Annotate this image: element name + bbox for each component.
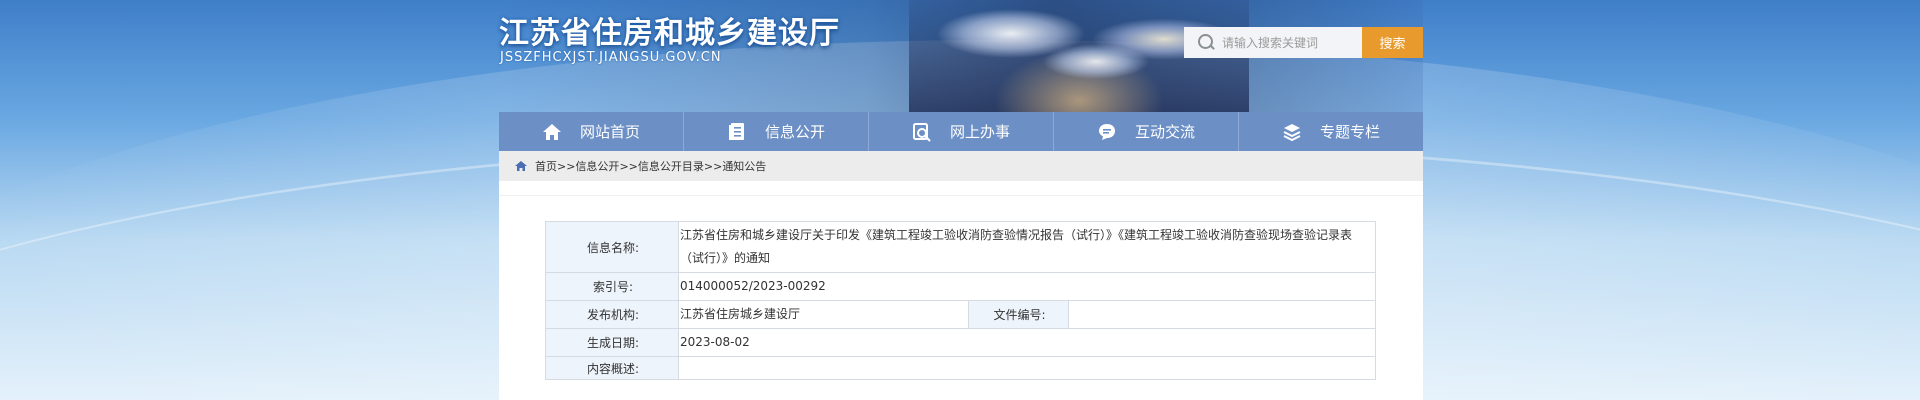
search-input[interactable] [1222, 35, 1352, 50]
divider [499, 195, 1423, 196]
index-label: 索引号: [545, 272, 679, 301]
book-icon [727, 122, 747, 142]
site-domain: JSSZFHCXJST.JIANGSU.GOV.CN [500, 50, 722, 65]
main-nav: 网站首页 信息公开 网上办事 互动交流 专题专栏 [499, 112, 1423, 151]
doc-no-label: 文件编号: [968, 300, 1069, 329]
nav-item-info-public[interactable]: 信息公开 [684, 112, 869, 151]
breadcrumb-separator: >> [619, 159, 638, 173]
info-name-label: 信息名称: [545, 221, 679, 273]
site-title[interactable]: 江苏省住房和城乡建设厅 [499, 8, 840, 52]
nav-item-special-topics[interactable]: 专题专栏 [1239, 112, 1423, 151]
table-row: 信息名称: 江苏省住房和城乡建设厅关于印发《建筑工程竣工验收消防查验情况报告（试… [545, 221, 1376, 273]
publisher-label: 发布机构: [545, 300, 679, 329]
breadcrumb-separator: >> [703, 159, 723, 173]
breadcrumb-home[interactable]: 首页 [535, 158, 557, 174]
doc-no-value [1068, 300, 1376, 329]
breadcrumb: 首页 >> 信息公开 >> 信息公开目录 >> 通知公告 [499, 151, 1423, 181]
nav-item-label: 互动交流 [1134, 123, 1195, 141]
nav-item-online-service[interactable]: 网上办事 [869, 112, 1054, 151]
home-icon [515, 161, 527, 171]
summary-label: 内容概述: [545, 356, 679, 380]
date-value: 2023-08-02 [678, 328, 1376, 357]
nav-item-interaction[interactable]: 互动交流 [1054, 112, 1239, 151]
layers-icon [1282, 122, 1302, 142]
summary-value [678, 356, 1376, 380]
breadcrumb-notice[interactable]: 通知公告 [722, 158, 766, 174]
breadcrumb-separator: >> [557, 159, 576, 173]
table-row: 发布机构: 江苏省住房城乡建设厅 文件编号: [545, 300, 1376, 329]
table-row: 生成日期: 2023-08-02 [545, 328, 1376, 357]
search-doc-icon [912, 122, 932, 142]
nav-item-home[interactable]: 网站首页 [499, 112, 684, 151]
breadcrumb-info-public[interactable]: 信息公开 [575, 158, 619, 174]
table-row: 索引号: 014000052/2023-00292 [545, 272, 1376, 301]
search-box[interactable] [1184, 27, 1362, 58]
publisher-value: 江苏省住房城乡建设厅 [678, 300, 969, 329]
nav-item-label: 信息公开 [764, 123, 825, 141]
index-value: 014000052/2023-00292 [678, 272, 1376, 301]
main-content: 首页 >> 信息公开 >> 信息公开目录 >> 通知公告 信息名称: 江苏省住房… [499, 151, 1423, 400]
home-icon [542, 122, 562, 142]
info-name-value: 江苏省住房和城乡建设厅关于印发《建筑工程竣工验收消防查验情况报告（试行）》《建筑… [678, 221, 1376, 273]
breadcrumb-info-catalog[interactable]: 信息公开目录 [638, 158, 704, 174]
date-label: 生成日期: [545, 328, 679, 357]
nav-item-label: 专题专栏 [1319, 123, 1380, 141]
chat-icon [1097, 122, 1117, 142]
table-row: 内容概述: [545, 356, 1376, 380]
search-icon [1198, 33, 1216, 52]
info-table: 信息名称: 江苏省住房和城乡建设厅关于印发《建筑工程竣工验收消防查验情况报告（试… [545, 221, 1376, 380]
search-button[interactable]: 搜索 [1362, 27, 1423, 58]
nav-item-label: 网站首页 [579, 123, 640, 141]
nav-item-label: 网上办事 [949, 123, 1010, 141]
